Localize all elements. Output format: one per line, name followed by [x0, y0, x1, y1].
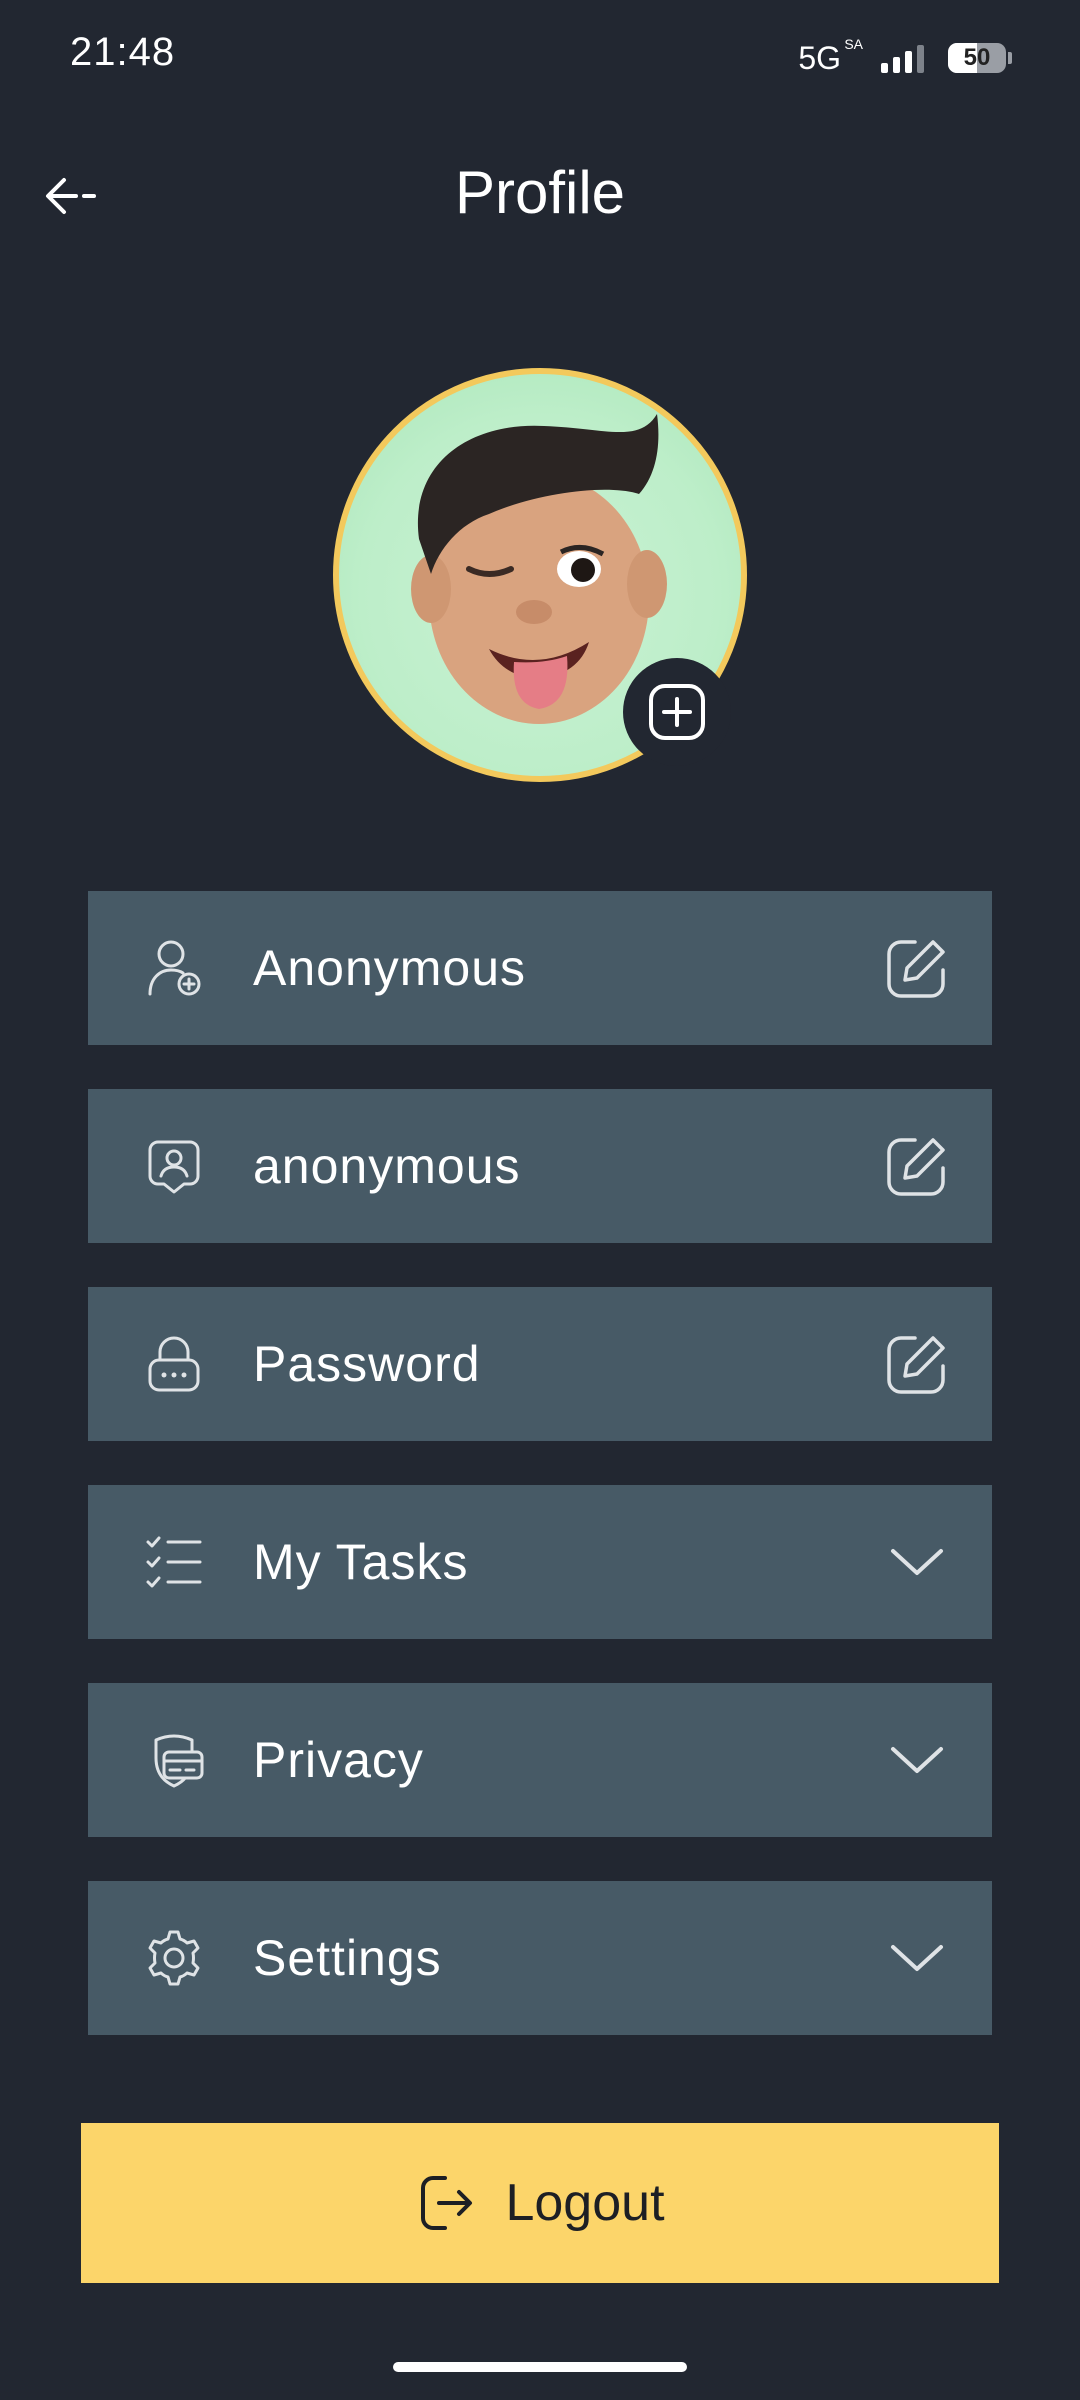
expand-button[interactable]: [884, 1529, 950, 1595]
menu-item-name[interactable]: Anonymous: [88, 891, 992, 1045]
status-time: 21:48: [70, 30, 176, 74]
user-add-icon: [148, 940, 201, 996]
gear-icon: [148, 1930, 200, 1986]
logout-button[interactable]: Logout: [81, 2123, 999, 2283]
expand-button[interactable]: [884, 1727, 950, 1793]
card-shield-icon: [154, 1734, 204, 1788]
expand-button[interactable]: [884, 1925, 950, 1991]
network-indicator: 5G SA: [798, 36, 863, 77]
menu-item-label: My Tasks: [253, 1534, 469, 1590]
status-bar: 21:48 5G SA 50: [0, 0, 1080, 115]
edit-icon: [887, 1138, 945, 1196]
id-badge-icon: [148, 1140, 200, 1194]
menu-item-privacy[interactable]: Privacy: [88, 1683, 992, 1837]
page-title: Profile: [454, 159, 626, 226]
header: Profile: [0, 140, 1080, 250]
menu-item-label: Privacy: [253, 1732, 424, 1788]
edit-icon: [887, 940, 945, 998]
menu-item-label: anonymous: [253, 1138, 521, 1194]
logout-icon: [421, 2176, 473, 2230]
menu-item-settings[interactable]: Settings: [88, 1881, 992, 2035]
profile-menu: Anonymous anonymous Password My Tasks Pr…: [88, 891, 992, 2079]
chevron-down-icon: [891, 1945, 943, 1971]
menu-item-label: Settings: [253, 1930, 442, 1986]
chevron-down-icon: [891, 1549, 943, 1575]
network-label: 5G: [798, 39, 841, 76]
menu-item-label: Anonymous: [253, 940, 527, 996]
home-indicator[interactable]: [393, 2362, 687, 2372]
edit-button[interactable]: [884, 1331, 950, 1397]
task-list-icon: [146, 1536, 202, 1588]
logout-label: Logout: [505, 2174, 665, 2232]
lock-icon: [148, 1336, 200, 1392]
chevron-down-icon: [891, 1747, 943, 1773]
edit-button[interactable]: [884, 1133, 950, 1199]
edit-icon: [887, 1336, 945, 1394]
add-photo-button[interactable]: [623, 658, 731, 766]
network-sup: SA: [844, 35, 863, 52]
menu-item-username[interactable]: anonymous: [88, 1089, 992, 1243]
menu-item-my-tasks[interactable]: My Tasks: [88, 1485, 992, 1639]
battery-level: 50: [963, 44, 991, 71]
battery-icon: 50: [948, 43, 1012, 73]
status-indicators: 5G SA 50: [798, 36, 1012, 80]
signal-icon: [881, 43, 924, 73]
plus-square-icon: [649, 684, 705, 740]
menu-item-password[interactable]: Password: [88, 1287, 992, 1441]
avatar-container: [333, 368, 747, 782]
menu-item-label: Password: [253, 1336, 481, 1392]
edit-button[interactable]: [884, 935, 950, 1001]
